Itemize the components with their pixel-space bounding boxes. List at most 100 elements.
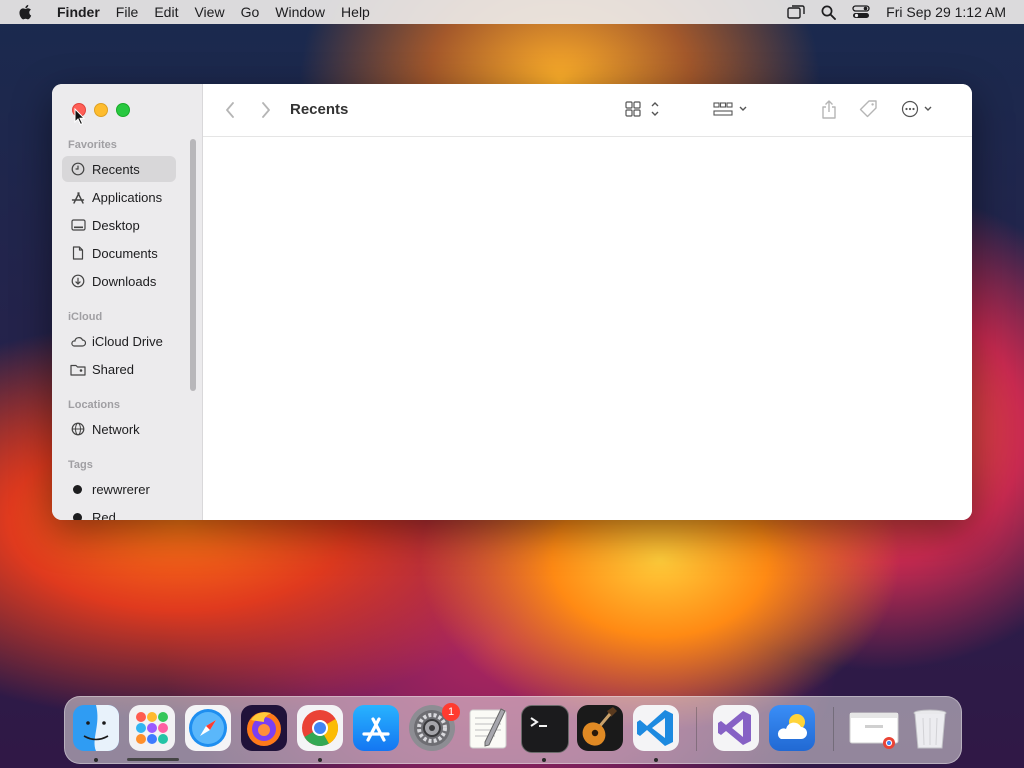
sidebar-tag-rewwrerer[interactable]: rewwrerer <box>62 476 176 502</box>
menu-app-name[interactable]: Finder <box>49 0 108 24</box>
dock-garageband[interactable] <box>577 705 623 751</box>
window-title: Recents <box>290 101 349 118</box>
forward-icon[interactable] <box>261 102 271 118</box>
sidebar-item-network[interactable]: Network <box>62 416 176 442</box>
dock-vscode[interactable] <box>633 705 679 751</box>
sidebar-item-desktop[interactable]: Desktop <box>62 212 176 238</box>
chrome-icon <box>302 710 338 747</box>
sidebar-item-label: Network <box>92 421 140 437</box>
desktop-icon <box>70 217 86 233</box>
download-icon <box>70 273 86 289</box>
sidebar-section-favorites: Favorites <box>68 139 117 151</box>
icon-view-icon[interactable] <box>625 100 663 118</box>
control-center-icon[interactable] <box>852 5 870 19</box>
sidebar-item-label: Applications <box>92 189 163 205</box>
finder-icon <box>73 705 119 751</box>
sidebar-item-icloud-drive[interactable]: iCloud Drive <box>62 328 176 354</box>
launchpad-icon <box>136 712 168 744</box>
menu-go[interactable]: Go <box>233 0 268 24</box>
sidebar-section-locations: Locations <box>68 399 120 411</box>
menu-view[interactable]: View <box>186 0 232 24</box>
sidebar-tag-red[interactable]: Red <box>62 504 176 520</box>
globe-icon <box>70 421 86 437</box>
menu-file[interactable]: File <box>108 0 147 24</box>
running-indicator <box>94 758 98 762</box>
sidebar-item-label: Shared <box>92 361 134 377</box>
textedit-icon <box>469 708 507 749</box>
group-icon[interactable] <box>713 100 751 118</box>
sidebar-section-tags: Tags <box>68 459 93 471</box>
dock-separator <box>696 707 697 751</box>
dock-launchpad[interactable] <box>129 705 175 751</box>
file-content-area[interactable] <box>203 137 972 520</box>
mouse-pointer-icon <box>74 108 86 126</box>
menu-bar: Finder File Edit View Go Window Help Fri… <box>0 0 1024 24</box>
weather-icon <box>777 714 807 739</box>
sidebar-item-label: rewwrerer <box>92 481 150 497</box>
sidebar-item-recents[interactable]: Recents <box>62 156 176 182</box>
dock-chrome-window[interactable] <box>849 705 899 751</box>
dock-weather[interactable] <box>769 705 815 751</box>
dock-safari[interactable] <box>185 705 231 751</box>
sidebar-item-label: Red <box>92 509 116 521</box>
sidebar-item-label: Downloads <box>92 273 157 289</box>
tag-color-dot <box>73 484 82 494</box>
dock-chrome[interactable] <box>297 705 343 751</box>
minimize-button[interactable] <box>94 103 108 117</box>
menu-window[interactable]: Window <box>267 0 333 24</box>
applications-icon <box>70 189 86 205</box>
sidebar-item-label: Recents <box>92 161 140 177</box>
shared-folder-icon <box>70 361 86 377</box>
sidebar-item-label: Documents <box>92 245 158 261</box>
tag-color-dot <box>73 512 82 520</box>
notification-badge: 1 <box>442 703 460 721</box>
dock-visual-studio[interactable] <box>713 705 759 751</box>
app-store-icon <box>362 717 390 742</box>
running-indicator <box>654 758 658 762</box>
tag-icon[interactable] <box>859 99 879 119</box>
cloud-icon <box>70 333 86 349</box>
vscode-icon <box>637 710 673 746</box>
more-actions-icon[interactable] <box>901 100 937 118</box>
dock-finder[interactable] <box>73 705 119 751</box>
dock-textedit[interactable] <box>465 705 511 751</box>
firefox-icon <box>247 712 281 746</box>
trash-icon <box>913 709 947 749</box>
apple-menu-icon[interactable] <box>17 3 35 21</box>
dock: 1 <box>64 696 962 764</box>
share-icon[interactable] <box>821 99 837 119</box>
dock-terminal[interactable] <box>521 705 569 753</box>
spotlight-search-icon[interactable] <box>821 5 837 20</box>
running-indicator <box>542 758 546 762</box>
finder-window: Favorites Recents Applications Desktop D… <box>52 84 972 520</box>
menu-help[interactable]: Help <box>333 0 378 24</box>
menu-clock[interactable]: Fri Sep 29 1:12 AM <box>886 4 1006 20</box>
safari-icon <box>189 709 227 747</box>
zoom-button[interactable] <box>116 103 130 117</box>
finder-sidebar: Favorites Recents Applications Desktop D… <box>52 84 203 520</box>
screen-mirroring-icon[interactable] <box>787 4 805 20</box>
running-indicator <box>318 758 322 762</box>
visual-studio-icon <box>718 711 751 745</box>
dock-separator <box>833 707 834 751</box>
document-icon <box>70 245 86 261</box>
sidebar-item-applications[interactable]: Applications <box>62 184 176 210</box>
sidebar-scrollbar[interactable] <box>190 139 196 391</box>
finder-toolbar: Recents <box>203 84 972 137</box>
sidebar-item-label: Desktop <box>92 217 140 233</box>
guitar-icon <box>582 707 617 746</box>
clock-icon <box>70 161 86 177</box>
sidebar-item-label: iCloud Drive <box>92 333 163 349</box>
sidebar-item-downloads[interactable]: Downloads <box>62 268 176 294</box>
menu-edit[interactable]: Edit <box>146 0 186 24</box>
dock-firefox[interactable] <box>241 705 287 751</box>
sidebar-section-icloud: iCloud <box>68 311 103 323</box>
window-thumbnail-icon <box>849 712 899 749</box>
launchpad-highlight <box>127 758 179 761</box>
terminal-icon <box>530 717 547 727</box>
sidebar-item-shared[interactable]: Shared <box>62 356 176 382</box>
sidebar-item-documents[interactable]: Documents <box>62 240 176 266</box>
dock-trash[interactable] <box>907 705 953 751</box>
dock-app-store[interactable] <box>353 705 399 751</box>
back-icon[interactable] <box>225 102 235 118</box>
